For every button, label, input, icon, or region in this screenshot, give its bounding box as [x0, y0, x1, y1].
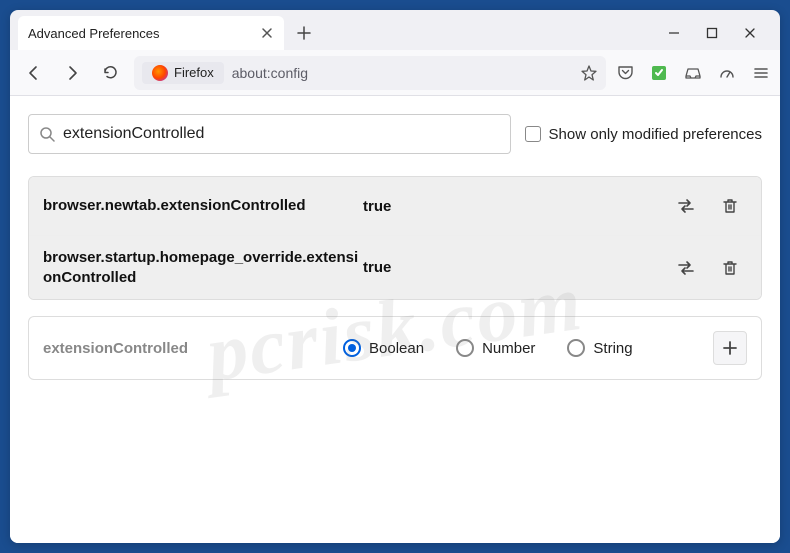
url-bar[interactable]: Firefox about:config — [134, 56, 606, 90]
pref-row: browser.startup.homepage_override.extens… — [29, 236, 761, 299]
extension-icon[interactable] — [650, 64, 668, 82]
type-radio-group: Boolean Number String — [343, 339, 633, 357]
radio-icon — [567, 339, 585, 357]
radio-label: Number — [482, 340, 535, 357]
toolbar-icons — [616, 64, 770, 82]
bookmark-star-icon[interactable] — [580, 64, 598, 82]
new-tab-button[interactable] — [290, 19, 318, 47]
firefox-logo-icon — [152, 65, 168, 81]
search-icon — [39, 126, 55, 142]
tab-bar: Advanced Preferences — [10, 10, 780, 50]
nav-toolbar: Firefox about:config — [10, 50, 780, 96]
pocket-icon[interactable] — [616, 64, 634, 82]
dashboard-icon[interactable] — [718, 64, 736, 82]
toggle-button[interactable] — [669, 251, 703, 285]
close-window-button[interactable] — [742, 25, 758, 41]
radio-label: String — [593, 340, 632, 357]
pref-name: browser.newtab.extensionControlled — [43, 196, 363, 216]
modified-only-checkbox[interactable]: Show only modified preferences — [525, 126, 762, 143]
add-pref-button[interactable] — [713, 331, 747, 365]
tab-title: Advanced Preferences — [28, 26, 160, 41]
back-button[interactable] — [20, 59, 48, 87]
radio-boolean[interactable]: Boolean — [343, 339, 424, 357]
radio-label: Boolean — [369, 340, 424, 357]
row-actions — [669, 251, 747, 285]
delete-button[interactable] — [713, 189, 747, 223]
forward-button[interactable] — [58, 59, 86, 87]
new-pref-row: extensionControlled Boolean Number Strin… — [28, 316, 762, 380]
toggle-button[interactable] — [669, 189, 703, 223]
radio-number[interactable]: Number — [456, 339, 535, 357]
checkbox-icon[interactable] — [525, 126, 541, 142]
pref-value: true — [363, 198, 391, 215]
browser-window: Advanced Preferences — [10, 10, 780, 543]
radio-string[interactable]: String — [567, 339, 632, 357]
search-input[interactable] — [63, 125, 500, 143]
modified-only-label: Show only modified preferences — [549, 126, 762, 143]
new-pref-name: extensionControlled — [43, 340, 343, 357]
close-tab-icon[interactable] — [260, 26, 274, 40]
page-content: pcrisk.com Show only modified preference… — [10, 96, 780, 543]
search-row: Show only modified preferences — [28, 114, 762, 154]
reload-button[interactable] — [96, 59, 124, 87]
pref-value: true — [363, 259, 391, 276]
minimize-button[interactable] — [666, 25, 682, 41]
pref-name: browser.startup.homepage_override.extens… — [43, 248, 363, 287]
window-controls — [666, 25, 772, 41]
inbox-icon[interactable] — [684, 64, 702, 82]
menu-icon[interactable] — [752, 64, 770, 82]
firefox-badge: Firefox — [142, 62, 224, 84]
results-list: browser.newtab.extensionControlled true … — [28, 176, 762, 300]
maximize-button[interactable] — [704, 25, 720, 41]
search-box[interactable] — [28, 114, 511, 154]
radio-icon — [456, 339, 474, 357]
delete-button[interactable] — [713, 251, 747, 285]
radio-icon — [343, 339, 361, 357]
row-actions — [669, 189, 747, 223]
pref-row: browser.newtab.extensionControlled true — [29, 177, 761, 236]
url-badge-text: Firefox — [174, 65, 214, 80]
tab-active[interactable]: Advanced Preferences — [18, 16, 284, 50]
url-text: about:config — [232, 65, 308, 81]
